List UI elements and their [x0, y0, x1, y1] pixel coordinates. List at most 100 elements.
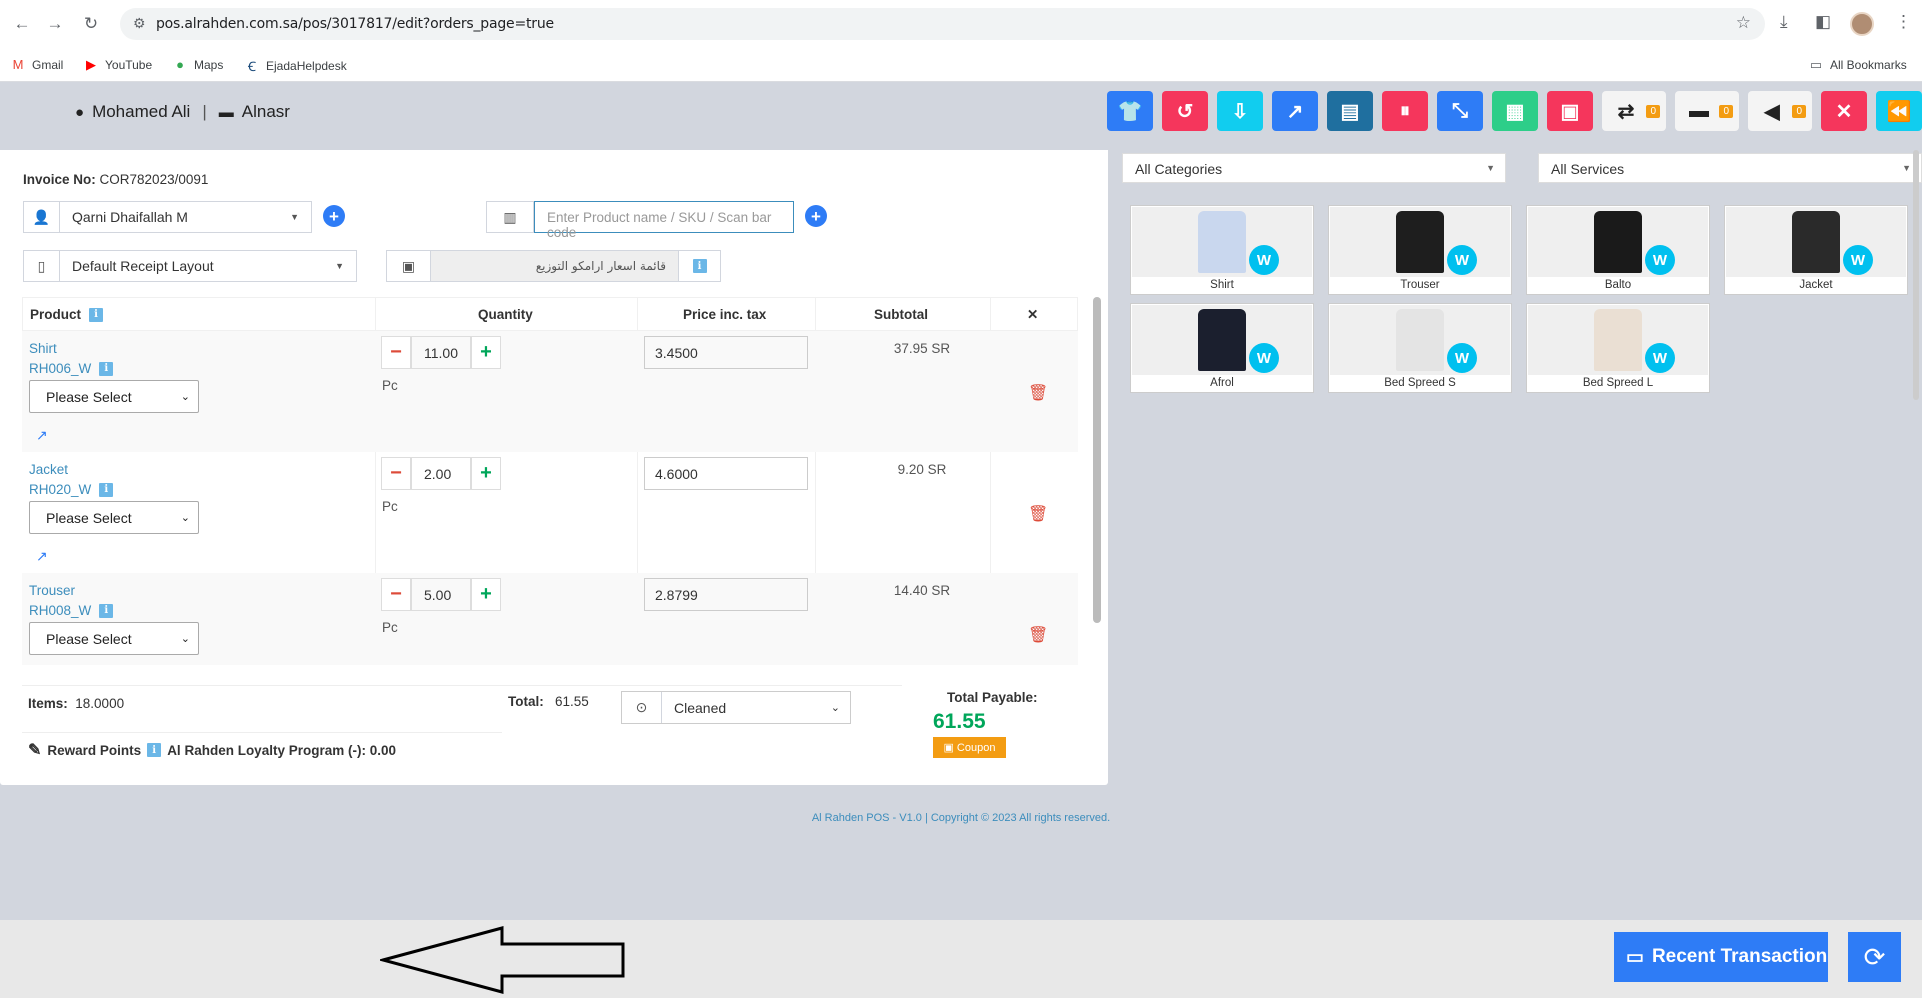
- price-input[interactable]: 4.6000: [644, 457, 808, 490]
- quantity-stepper: −11.00 +: [381, 336, 501, 369]
- product-card[interactable]: W Shirt: [1130, 205, 1314, 295]
- status-select[interactable]: ⊙ Cleaned ⌄: [621, 691, 851, 724]
- warehouse-button[interactable]: ▤: [1327, 91, 1373, 131]
- menu-kebab-icon[interactable]: ⋮: [1895, 12, 1912, 32]
- url-text: pos.alrahden.com.sa/pos/3017817/edit?ord…: [156, 16, 554, 32]
- increase-quantity-button[interactable]: +: [471, 336, 501, 369]
- loyalty-text: Al Rahden Loyalty Program (-): 0.00: [167, 742, 396, 758]
- product-sku: RH006_W i: [29, 361, 114, 376]
- bookmark-youtube[interactable]: ▶ YouTube: [83, 57, 152, 73]
- edit-icon[interactable]: ↗: [36, 548, 48, 565]
- products-scrollbar[interactable]: [1913, 150, 1919, 400]
- add-customer-button[interactable]: +: [323, 205, 345, 227]
- product-card[interactable]: W Trouser: [1328, 205, 1512, 295]
- go-back-button[interactable]: ⏪: [1876, 91, 1922, 131]
- add-product-button[interactable]: +: [805, 205, 827, 227]
- side-panel-icon[interactable]: ◧: [1815, 12, 1831, 32]
- decrease-quantity-button[interactable]: −: [381, 336, 411, 369]
- bookmark-star-icon[interactable]: ☆: [1736, 13, 1751, 33]
- recent-transactions-label: Recent Transactions: [1651, 946, 1828, 967]
- divider: [22, 685, 902, 686]
- back-arrow-icon[interactable]: ←: [10, 12, 34, 36]
- product-image: [1132, 305, 1312, 375]
- hand-money-button[interactable]: ⇩: [1217, 91, 1263, 131]
- trash-icon[interactable]: 🗑: [1028, 504, 1048, 524]
- service-badge: W: [1645, 245, 1675, 275]
- decrease-quantity-button[interactable]: −: [381, 457, 411, 490]
- bookmark-maps[interactable]: ● Maps: [172, 57, 223, 72]
- product-card[interactable]: W Jacket: [1724, 205, 1908, 295]
- cash-register-button[interactable]: ▣: [1547, 91, 1593, 131]
- product-card[interactable]: W Balto: [1526, 205, 1710, 295]
- receipt-layout-select[interactable]: ▯ Default Receipt Layout ▼: [23, 250, 357, 282]
- pos-header: ● Mohamed Ali | ▬ Alnasr 👕 ↺ ⇩ ↗ ▤ ⏸ ⤡ ▦ ▣ ⇄ 0 ▬ 0 ◀ 0…: [0, 82, 1922, 150]
- trash-icon[interactable]: 🗑: [1028, 625, 1048, 645]
- product-name-link[interactable]: Trouser: [29, 583, 75, 598]
- site-info-icon[interactable]: ⚙: [133, 15, 146, 32]
- bookmark-gmail[interactable]: M Gmail: [10, 57, 64, 72]
- product-card[interactable]: W Bed Spreed L: [1526, 303, 1710, 393]
- compress-button[interactable]: ⤡: [1437, 91, 1483, 131]
- increase-quantity-button[interactable]: +: [471, 457, 501, 490]
- clear-all-icon[interactable]: ✕: [1027, 307, 1038, 323]
- product-name-link[interactable]: Jacket: [29, 462, 68, 477]
- exchange-button[interactable]: ⇄ 0: [1602, 91, 1666, 131]
- separator: |: [202, 102, 207, 121]
- product-image: [1528, 305, 1708, 375]
- pause-button[interactable]: ⏸: [1382, 91, 1428, 131]
- product-name-link[interactable]: Shirt: [29, 341, 57, 356]
- chevron-down-icon: ⌄: [180, 391, 190, 403]
- total-value: 61.55: [555, 694, 589, 709]
- calculator-button[interactable]: ▦: [1492, 91, 1538, 131]
- category-select[interactable]: All Categories ▼: [1122, 153, 1506, 183]
- sku-text: RH008_W: [29, 603, 92, 618]
- service-select[interactable]: All Services ▼: [1538, 153, 1922, 183]
- reload-icon[interactable]: ↻: [79, 12, 103, 36]
- product-card[interactable]: W Bed Spreed S: [1328, 303, 1512, 393]
- all-bookmarks[interactable]: ▭ All Bookmarks: [1808, 57, 1907, 73]
- price-input[interactable]: 2.8799: [644, 578, 808, 611]
- info-icon: i: [147, 743, 162, 757]
- product-card[interactable]: W Afrol: [1130, 303, 1314, 393]
- refresh-button[interactable]: ⟳: [1848, 932, 1901, 982]
- service-badge: W: [1843, 245, 1873, 275]
- modifier-select[interactable]: Please Select ⌄: [29, 622, 199, 655]
- customer-select[interactable]: 👤 Qarni Dhaifallah M ▼: [23, 201, 312, 233]
- table-scrollbar[interactable]: [1093, 297, 1101, 623]
- price-list-info[interactable]: i: [678, 251, 720, 281]
- undo-button[interactable]: ↺: [1162, 91, 1208, 131]
- table-row: Shirt RH006_W i Please Select ⌄ ↗ −11.00 + Pc 3.4…: [22, 331, 1078, 452]
- forward-arrow-icon[interactable]: →: [43, 12, 67, 36]
- product-card-name: Bed Spreed S: [1384, 377, 1456, 389]
- modifier-select[interactable]: Please Select ⌄: [29, 501, 199, 534]
- bookmark-ejadahelpdesk[interactable]: Ꞓ EjadaHelpdesk: [244, 57, 347, 75]
- profile-avatar[interactable]: [1850, 12, 1874, 36]
- recent-transactions-button[interactable]: ▭ Recent Transactions: [1614, 932, 1828, 982]
- download-icon[interactable]: ⤓: [1780, 12, 1788, 32]
- product-search-input[interactable]: Enter Product name / SKU / Scan bar code: [534, 201, 794, 240]
- address-bar[interactable]: ⚙ pos.alrahden.com.sa/pos/3017817/edit?o…: [120, 8, 1765, 40]
- price-input[interactable]: 3.4500: [644, 336, 808, 369]
- trash-icon[interactable]: 🗑: [1028, 383, 1048, 403]
- quantity-input[interactable]: 11.00: [411, 336, 471, 369]
- quantity-input[interactable]: 2.00: [411, 457, 471, 490]
- user-circle-icon: ●: [75, 103, 85, 121]
- category-value: All Categories: [1135, 161, 1223, 177]
- coupon-button[interactable]: ▣ Coupon: [933, 737, 1006, 758]
- external-link-button[interactable]: ↗: [1272, 91, 1318, 131]
- bullhorn-button[interactable]: ◀ 0: [1748, 91, 1812, 131]
- service-badge: W: [1249, 245, 1279, 275]
- decrease-quantity-button[interactable]: −: [381, 578, 411, 611]
- info-icon: i: [99, 603, 114, 618]
- comment-button[interactable]: ▬ 0: [1675, 91, 1739, 131]
- table-row: TrouserRH008_WiPlease Select⌄↗−5.00+Pc2.…: [22, 573, 1078, 665]
- bookmarks-bar: M Gmail ▶ YouTube ● Maps Ꞓ EjadaHelpdesk ▭ Al…: [0, 48, 1922, 82]
- close-register-button[interactable]: ✕: [1821, 91, 1867, 131]
- shirt-button[interactable]: 👕: [1107, 91, 1153, 131]
- increase-quantity-button[interactable]: +: [471, 578, 501, 611]
- modifier-select[interactable]: Please Select ⌄: [29, 380, 199, 413]
- product-sku: RH008_W i: [29, 603, 114, 618]
- chevron-down-icon: ⌄: [180, 633, 190, 645]
- edit-icon[interactable]: ↗: [36, 427, 48, 444]
- quantity-input[interactable]: 5.00: [411, 578, 471, 611]
